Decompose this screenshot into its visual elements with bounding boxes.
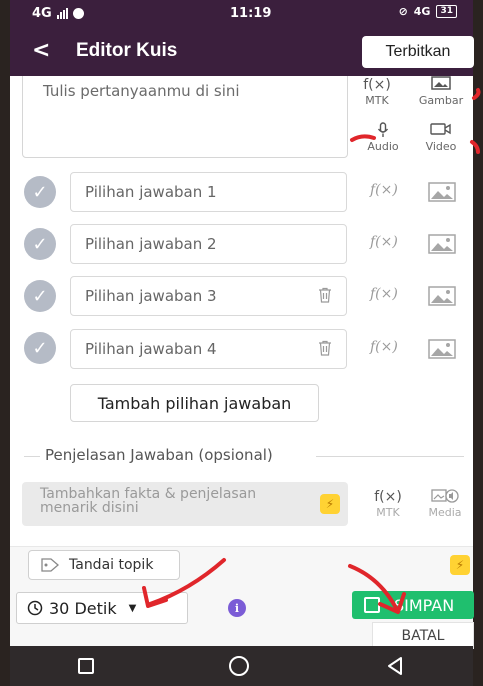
answer-formula-button-1[interactable]: f(×): [370, 182, 398, 198]
formula-icon: f(×): [363, 77, 391, 93]
explanation-media-label: Media: [428, 506, 462, 519]
lightning-icon[interactable]: ⚡: [450, 555, 470, 575]
answer-placeholder-2: Pilihan jawaban 2: [85, 235, 217, 253]
battery-icon: 31: [436, 5, 457, 18]
image-icon: [412, 76, 470, 94]
explanation-media-button[interactable]: Media: [420, 488, 470, 519]
photo-edge-right: [473, 0, 483, 686]
correct-toggle-4[interactable]: ✓: [24, 332, 56, 364]
audio-tool-button[interactable]: Audio: [356, 122, 410, 153]
timer-select[interactable]: 30 Detik ▼: [16, 592, 188, 624]
check-icon: ✓: [32, 233, 48, 255]
explanation-math-label: MTK: [376, 506, 400, 519]
video-camera-icon: [414, 122, 468, 140]
network-label: 4G: [32, 6, 52, 21]
caret-down-icon: ▼: [128, 602, 137, 614]
cancel-button[interactable]: BATAL: [372, 622, 474, 649]
home-button[interactable]: [229, 656, 250, 676]
divider-right: [316, 456, 464, 457]
signal-icon: [56, 8, 68, 19]
formula-icon: f(×): [374, 489, 402, 505]
explanation-section-label: Penjelasan Jawaban (opsional): [43, 446, 275, 464]
correct-toggle-3[interactable]: ✓: [24, 280, 56, 312]
explanation-placeholder: Tambahkan fakta & penjelasan menarik dis…: [40, 486, 257, 516]
page-title: Editor Kuis: [76, 40, 178, 61]
status-bar: 4G 11:19 ⊘ 4G 31: [10, 0, 473, 28]
microphone-icon: [356, 122, 410, 140]
image-tool-button[interactable]: Gambar: [412, 76, 470, 107]
save-label: SIMPAN: [394, 595, 455, 615]
timer-value: 30 Detik: [49, 598, 117, 618]
answer-image-icon-2[interactable]: [428, 234, 456, 254]
clock: 11:19: [230, 6, 272, 21]
answer-image-icon-1[interactable]: [428, 182, 456, 202]
photo-edge-left: [0, 0, 10, 686]
lightning-icon[interactable]: ⚡: [320, 494, 340, 514]
answer-input-2[interactable]: Pilihan jawaban 2: [70, 224, 347, 264]
info-icon[interactable]: i: [228, 599, 246, 617]
answer-placeholder-1: Pilihan jawaban 1: [85, 183, 217, 201]
back-nav-icon[interactable]: [385, 656, 405, 676]
right-network-label: 4G: [413, 5, 431, 18]
answer-input-1[interactable]: Pilihan jawaban 1: [70, 172, 347, 212]
editor-footer: Tandai topik ⚡ 30 Detik ▼ i SIMPAN BATAL: [10, 546, 474, 649]
divider-left: [24, 456, 40, 457]
answer-image-icon-4[interactable]: [428, 339, 456, 359]
tag-topic-button[interactable]: Tandai topik: [28, 550, 180, 580]
trash-icon[interactable]: [318, 340, 332, 356]
image-tool-label: Gambar: [418, 94, 464, 107]
clock-icon: [27, 600, 43, 616]
app-bar: < Editor Kuis Terbitkan: [10, 28, 474, 76]
check-icon: ✓: [32, 285, 48, 307]
nfc-icon: ⊘: [398, 5, 408, 18]
answer-image-icon-3[interactable]: [428, 286, 456, 306]
battery-level: 31: [440, 6, 453, 16]
correct-toggle-1[interactable]: ✓: [24, 176, 56, 208]
answer-formula-button-2[interactable]: f(×): [370, 234, 398, 250]
check-icon: ✓: [32, 181, 48, 203]
back-button[interactable]: <: [32, 38, 50, 63]
recent-apps-button[interactable]: [77, 658, 94, 674]
video-tool-label: Video: [425, 140, 457, 153]
correct-toggle-2[interactable]: ✓: [24, 228, 56, 260]
answer-formula-button-4[interactable]: f(×): [370, 339, 398, 355]
math-tool-button[interactable]: f(×) MTK: [350, 76, 404, 107]
question-placeholder: Tulis pertanyaanmu di sini: [43, 82, 240, 100]
answer-placeholder-3: Pilihan jawaban 3: [85, 287, 217, 305]
save-disk-icon: [364, 597, 380, 613]
audio-tool-label: Audio: [367, 140, 399, 153]
notification-icon: [72, 8, 84, 19]
answer-formula-button-3[interactable]: f(×): [370, 286, 398, 302]
save-button[interactable]: SIMPAN: [352, 591, 474, 619]
publish-button[interactable]: Terbitkan: [362, 36, 474, 68]
check-icon: ✓: [32, 337, 48, 359]
question-input[interactable]: Tulis pertanyaanmu di sini: [22, 76, 348, 158]
answer-placeholder-4: Pilihan jawaban 4: [85, 340, 217, 358]
answer-input-3[interactable]: Pilihan jawaban 3: [70, 276, 347, 316]
tag-topic-label: Tandai topik: [69, 557, 154, 573]
video-tool-button[interactable]: Video: [414, 122, 468, 153]
math-tool-label: MTK: [365, 94, 389, 107]
explanation-math-button[interactable]: f(×) MTK: [368, 488, 408, 519]
tag-icon: [41, 558, 59, 572]
trash-icon[interactable]: [318, 287, 332, 303]
media-icon: [420, 488, 470, 506]
answer-input-4[interactable]: Pilihan jawaban 4: [70, 329, 347, 369]
editor-content: Tulis pertanyaanmu di sini f(×) MTK Gamb…: [10, 76, 473, 568]
add-answer-button[interactable]: Tambah pilihan jawaban: [70, 384, 319, 422]
system-navigation-bar: [10, 646, 473, 686]
explanation-input[interactable]: Tambahkan fakta & penjelasan menarik dis…: [22, 482, 348, 526]
